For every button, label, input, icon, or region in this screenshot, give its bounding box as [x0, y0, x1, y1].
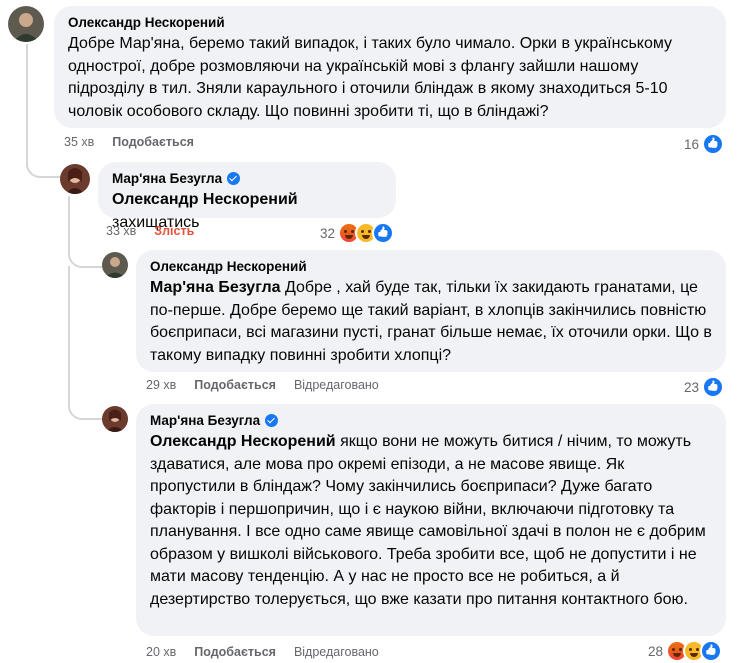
reaction-count: 32 [320, 225, 336, 241]
mention-link[interactable]: Мар'яна Безугла [150, 279, 281, 296]
comment-meta: 29 хв Подобається Відредаговано [146, 378, 379, 392]
avatar[interactable] [8, 6, 44, 42]
mention-link[interactable]: Олександр Нескорений [150, 433, 336, 450]
like-button[interactable]: Подобається [194, 645, 276, 659]
comment-meta: 33 хв Злість [106, 224, 194, 238]
author-name[interactable]: Олександр Нескорений [68, 14, 225, 31]
avatar[interactable] [60, 164, 90, 194]
comment-meta: 20 хв Подобається Відредаговано [146, 645, 379, 659]
like-button[interactable]: Подобається [194, 378, 276, 392]
like-button[interactable]: Подобається [112, 135, 194, 149]
mention-link[interactable]: Олександр Нескорений [112, 191, 298, 208]
avatar[interactable] [102, 406, 128, 432]
comment-body: якщо вони не можуть битися / нічим, то м… [150, 433, 706, 608]
comment-time[interactable]: 33 хв [106, 224, 136, 238]
comment-text: Мар'яна Безугла Добре , хай буде так, ті… [150, 277, 712, 367]
author-name[interactable]: Мар'яна Безугла [150, 412, 260, 429]
comment-bubble: Олександр Нескорений Добре Мар'яна, бере… [54, 6, 726, 128]
reaction-summary[interactable]: 32 [320, 222, 395, 244]
edited-label[interactable]: Відредаговано [294, 645, 379, 659]
comment-text: Олександр Нескорений якщо вони не можуть… [150, 431, 712, 611]
reaction-count: 23 [684, 379, 700, 395]
reaction-summary[interactable]: 28 [648, 640, 723, 662]
avatar[interactable] [102, 252, 128, 278]
comment-author[interactable]: Мар'яна Безугла [112, 170, 382, 187]
comment-author[interactable]: Олександр Нескорений [68, 14, 712, 31]
reaction-summary[interactable]: 23 [684, 376, 725, 398]
angry-reaction-button[interactable]: Злість [154, 224, 194, 238]
like-icon [700, 640, 723, 662]
comment-time[interactable]: 20 хв [146, 645, 176, 659]
comment-author[interactable]: Олександр Нескорений [150, 258, 712, 275]
verified-badge-icon [265, 414, 279, 427]
author-name[interactable]: Олександр Нескорений [150, 258, 307, 275]
comment-text: Добре Мар'яна, беремо такий випадок, і т… [68, 35, 673, 120]
like-icon [702, 376, 725, 398]
comment-meta: 35 хв Подобається [64, 135, 194, 149]
edited-label[interactable]: Відредаговано [294, 378, 379, 392]
comment-bubble: Мар'яна Безугла Олександр Нескорений якщ… [136, 404, 726, 636]
comment-author[interactable]: Мар'яна Безугла [150, 412, 712, 429]
reaction-summary[interactable]: 16 [684, 133, 725, 155]
comment-time[interactable]: 35 хв [64, 135, 94, 149]
verified-badge-icon [227, 172, 241, 185]
reaction-count: 28 [648, 643, 664, 659]
comment-bubble: Мар'яна Безугла Олександр Нескорений зах… [98, 162, 396, 231]
reaction-count: 16 [684, 136, 700, 152]
thread-line-reply-2 [68, 266, 104, 420]
author-name[interactable]: Мар'яна Безугла [112, 170, 222, 187]
like-icon [702, 133, 725, 155]
comment-time[interactable]: 29 хв [146, 378, 176, 392]
like-icon [372, 222, 395, 244]
comment-bubble: Олександр Нескорений Мар'яна Безугла Доб… [136, 250, 726, 372]
